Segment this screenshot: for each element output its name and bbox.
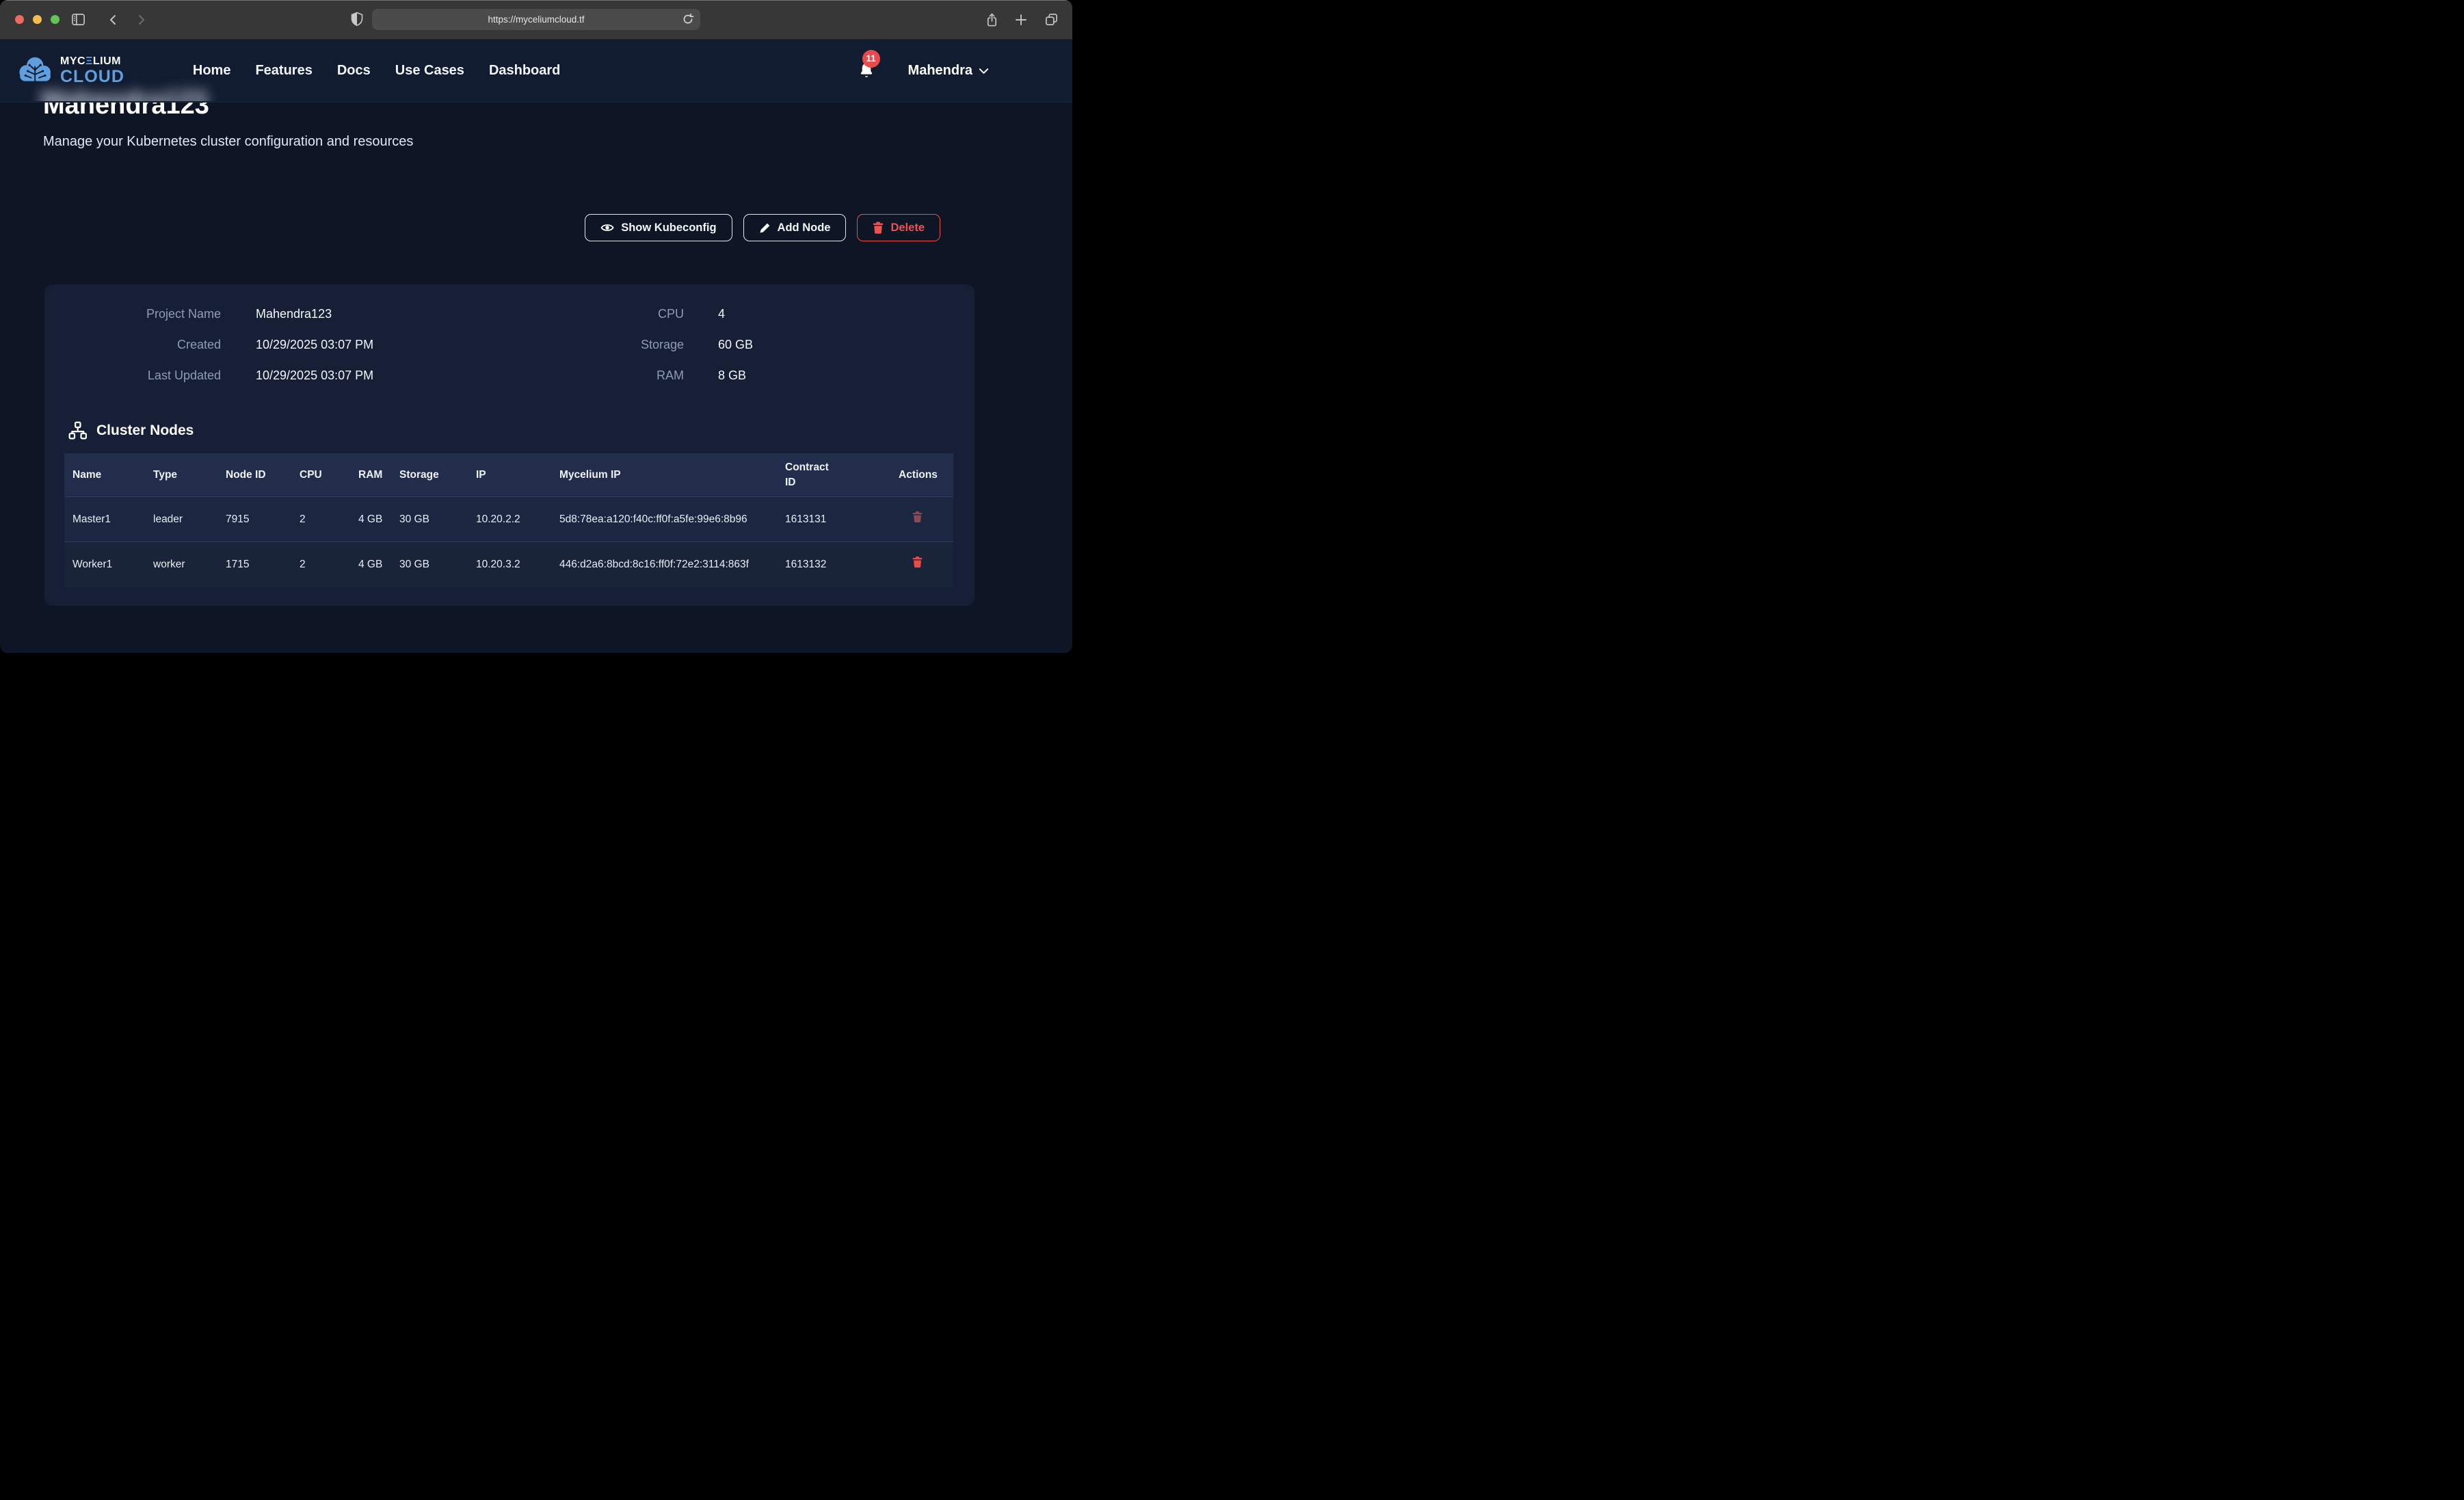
mycelium-cloud-logo-icon (18, 56, 53, 86)
node-contract-id: 1613131 (777, 497, 890, 542)
node-ip: 10.20.2.2 (468, 497, 551, 542)
add-node-button[interactable]: Add Node (743, 214, 847, 241)
window-controls (15, 15, 59, 24)
back-icon[interactable] (107, 0, 120, 39)
ram-value: 8 GB (718, 366, 869, 384)
user-name: Mahendra (908, 63, 972, 79)
notification-badge: 11 (862, 50, 880, 68)
new-tab-icon[interactable] (1015, 0, 1027, 39)
forward-icon[interactable] (134, 0, 148, 39)
node-ram: 4 GB (350, 542, 391, 587)
cluster-nodes-table: Name Type Node ID CPU RAM Storage IP Myc… (64, 453, 953, 587)
node-name: Worker1 (64, 542, 145, 587)
project-name-label: Project Name (74, 305, 221, 323)
cluster-nodes-heading: Cluster Nodes (68, 421, 194, 440)
col-storage: Storage (391, 453, 468, 497)
node-type: leader (145, 497, 217, 542)
pencil-icon (759, 222, 771, 234)
node-storage: 30 GB (391, 497, 468, 542)
col-ram: RAM (350, 453, 391, 497)
col-node-id: Node ID (217, 453, 291, 497)
node-storage: 30 GB (391, 542, 468, 587)
project-info-left: Project Name Mahendra123 Created 10/29/2… (74, 305, 461, 384)
project-info-right: CPU 4 Storage 60 GB RAM 8 GB (562, 305, 869, 384)
nav-item-docs[interactable]: Docs (337, 63, 371, 79)
table-row: Master1 leader 7915 2 4 GB 30 GB 10.20.2… (64, 497, 953, 542)
delete-node-button[interactable] (912, 556, 923, 568)
node-id: 1715 (217, 542, 291, 587)
cpu-value: 4 (718, 305, 869, 323)
node-ram: 4 GB (350, 497, 391, 542)
delete-node-button[interactable] (912, 511, 923, 523)
network-icon (68, 421, 87, 440)
notifications-button[interactable]: 11 (858, 62, 875, 81)
cluster-actions: Show Kubeconfig Add Node Delete (0, 214, 940, 241)
close-window-button[interactable] (15, 15, 24, 24)
site-header: MYCΞLIUM CLOUD Home Features Docs Use Ca… (0, 40, 1072, 103)
node-mycelium-ip: 446:d2a6:8bcd:8c16:ff0f:72e2:3114:863f (551, 542, 777, 587)
ram-label: RAM (562, 366, 684, 384)
browser-window: https://myceliumcloud.tf (0, 0, 1072, 653)
main-nav: Home Features Docs Use Cases Dashboard (193, 63, 561, 79)
nav-item-use-cases[interactable]: Use Cases (395, 63, 464, 79)
storage-label: Storage (562, 336, 684, 353)
delete-cluster-button[interactable]: Delete (857, 214, 940, 241)
brand-logo[interactable]: MYCΞLIUM CLOUD (18, 56, 124, 86)
url-text: https://myceliumcloud.tf (488, 14, 584, 25)
node-cpu: 2 (291, 497, 350, 542)
share-icon[interactable] (985, 0, 998, 39)
zoom-window-button[interactable] (51, 15, 59, 24)
storage-value: 60 GB (718, 336, 869, 353)
col-mycelium-ip: Mycelium IP (551, 453, 777, 497)
node-contract-id: 1613132 (777, 542, 890, 587)
eye-icon (600, 222, 614, 233)
last-updated-label: Last Updated (74, 366, 221, 384)
header-right: 11 Mahendra (858, 62, 1055, 81)
col-name: Name (64, 453, 145, 497)
page-title: Mahendra123 (43, 101, 209, 120)
table-row: Worker1 worker 1715 2 4 GB 30 GB 10.20.3… (64, 542, 953, 587)
minimize-window-button[interactable] (33, 15, 42, 24)
reload-icon[interactable] (682, 13, 694, 25)
brand-wordmark: MYCΞLIUM CLOUD (60, 56, 124, 85)
chevron-down-icon (979, 68, 989, 75)
created-value: 10/29/2025 03:07 PM (256, 336, 461, 353)
trash-icon (912, 511, 923, 523)
table-header-row: Name Type Node ID CPU RAM Storage IP Myc… (64, 453, 953, 497)
node-mycelium-ip: 5d8:78ea:a120:f40c:ff0f:a5fe:99e6:8b96 (551, 497, 777, 542)
col-type: Type (145, 453, 217, 497)
project-name-value: Mahendra123 (256, 305, 461, 323)
col-ip: IP (468, 453, 551, 497)
node-actions (890, 497, 953, 542)
shield-icon[interactable] (350, 12, 364, 27)
nav-item-features[interactable]: Features (255, 63, 312, 79)
node-actions (890, 542, 953, 587)
tabs-overview-icon[interactable] (1044, 0, 1059, 39)
trash-icon (912, 556, 923, 568)
node-cpu: 2 (291, 542, 350, 587)
nav-item-home[interactable]: Home (193, 63, 231, 79)
user-menu[interactable]: Mahendra (908, 63, 989, 79)
logo-bars-glyph: Ξ (85, 55, 93, 67)
node-id: 7915 (217, 497, 291, 542)
last-updated-value: 10/29/2025 03:07 PM (256, 366, 461, 384)
col-cpu: CPU (291, 453, 350, 497)
node-ip: 10.20.3.2 (468, 542, 551, 587)
address-bar[interactable]: https://myceliumcloud.tf (372, 9, 700, 30)
node-name: Master1 (64, 497, 145, 542)
created-label: Created (74, 336, 221, 353)
page-title-wrap: Mahendra123 (43, 101, 209, 122)
node-type: worker (145, 542, 217, 587)
nav-item-dashboard[interactable]: Dashboard (489, 63, 560, 79)
browser-toolbar: https://myceliumcloud.tf (0, 0, 1072, 40)
trash-icon (873, 222, 884, 234)
show-kubeconfig-button[interactable]: Show Kubeconfig (585, 214, 732, 241)
page-subtitle: Manage your Kubernetes cluster configura… (43, 134, 413, 150)
col-contract-id: Contract ID (777, 453, 890, 497)
col-actions: Actions (890, 453, 953, 497)
cpu-label: CPU (562, 305, 684, 323)
sidebar-toggle-icon[interactable] (71, 0, 85, 39)
